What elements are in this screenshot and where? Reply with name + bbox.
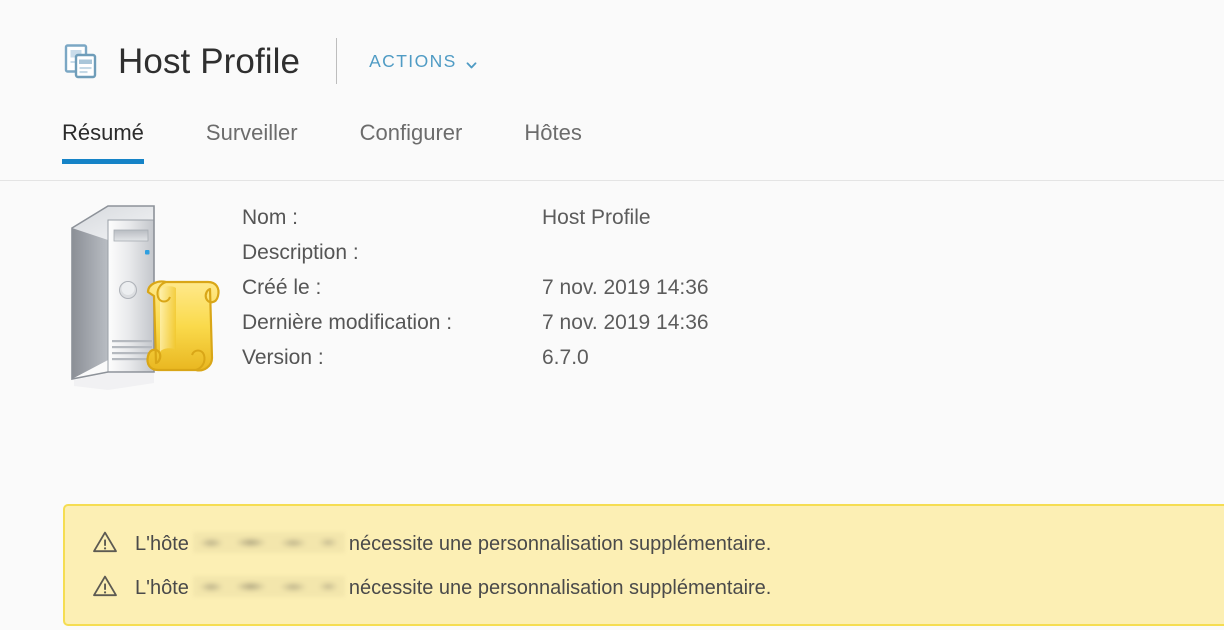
- field-label-version: Version :: [242, 346, 324, 369]
- server-with-scroll-icon: [62, 196, 242, 390]
- field-value-derniere-modification: 7 nov. 2019 14:36: [542, 311, 709, 334]
- host-profile-icon: [62, 41, 102, 81]
- tab-surveiller[interactable]: Surveiller: [206, 120, 326, 164]
- summary-field-list: Nom : Host Profile Description : Créé le…: [242, 206, 709, 370]
- redacted-hostname: [192, 575, 345, 597]
- field-value-nom: Host Profile: [542, 206, 651, 229]
- tab-surveiller-label: Surveiller: [205, 120, 298, 145]
- warning-suffix: nécessite une personnalisation supplémen…: [348, 532, 772, 555]
- warning-message-row: L'hôte nécessite une personnalisation su…: [65, 520, 1224, 564]
- tab-hotes-label: Hôtes: [524, 120, 582, 145]
- field-label-nom: Nom :: [242, 206, 299, 229]
- tab-hotes[interactable]: Hôtes: [524, 120, 609, 164]
- warning-banner: L'hôte nécessite une personnalisation su…: [63, 504, 1224, 626]
- field-label-cree-le: Créé le :: [242, 276, 322, 299]
- warning-triangle-icon: [92, 574, 118, 598]
- tab-resume-label: Résumé: [62, 120, 144, 145]
- tab-resume[interactable]: Résumé: [62, 120, 172, 164]
- chevron-down-icon: [466, 55, 477, 68]
- field-label-derniere-modification: Dernière modification :: [242, 311, 453, 334]
- header-divider: [336, 38, 338, 84]
- tab-bar-divider: [0, 180, 1224, 181]
- warning-message-text: L'hôte nécessite une personnalisation su…: [135, 529, 771, 556]
- page-header: Host Profile ACTIONS: [62, 32, 477, 90]
- tab-configurer[interactable]: Configurer: [360, 120, 491, 164]
- host-profile-page: Host Profile ACTIONS Résumé Surveiller C…: [0, 0, 1224, 630]
- field-value-version: 6.7.0: [542, 346, 589, 369]
- warning-message-text: L'hôte nécessite une personnalisation su…: [135, 573, 771, 600]
- warning-suffix: nécessite une personnalisation supplémen…: [348, 576, 772, 599]
- warning-prefix: L'hôte: [135, 532, 189, 555]
- actions-button[interactable]: ACTIONS: [369, 51, 477, 72]
- warning-triangle-icon: [92, 530, 118, 554]
- warning-prefix: L'hôte: [135, 576, 189, 599]
- field-label-description: Description :: [242, 241, 359, 264]
- warning-message-row: L'hôte nécessite une personnalisation su…: [65, 564, 1224, 608]
- tab-configurer-label: Configurer: [359, 120, 463, 145]
- tab-bar: Résumé Surveiller Configurer Hôtes: [62, 120, 610, 164]
- field-value-cree-le: 7 nov. 2019 14:36: [542, 276, 709, 299]
- actions-button-label: ACTIONS: [369, 50, 457, 71]
- page-title: Host Profile: [118, 41, 301, 81]
- redacted-hostname: [192, 531, 345, 553]
- summary-section: Nom : Host Profile Description : Créé le…: [62, 196, 709, 390]
